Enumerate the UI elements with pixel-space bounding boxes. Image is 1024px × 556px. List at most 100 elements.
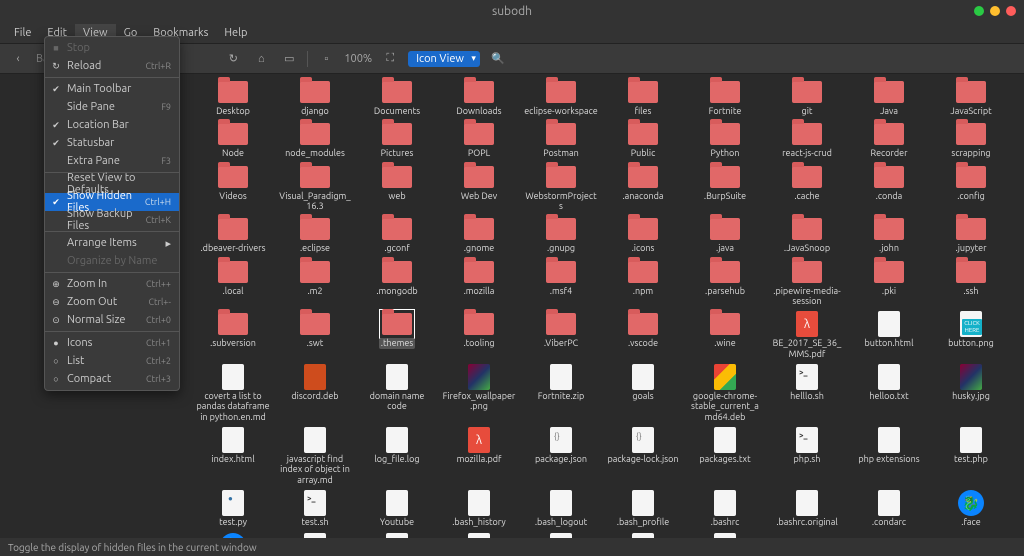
folder-react-js-crud[interactable]: react-js-crud: [766, 120, 848, 160]
folder-postman[interactable]: Postman: [520, 120, 602, 160]
folder--pki[interactable]: .pki: [848, 258, 930, 309]
file-mozilla-pdf[interactable]: λmozilla.pdf: [438, 426, 520, 487]
folder--config[interactable]: .config: [930, 163, 1012, 214]
file-youtube[interactable]: Youtube: [356, 489, 438, 529]
folder--javasnoop[interactable]: .JavaSnoop: [766, 215, 848, 255]
folder-java[interactable]: Java: [848, 78, 930, 118]
menu-item-normal-size[interactable]: ⊙Normal SizeCtrl+0: [45, 311, 179, 329]
menu-file[interactable]: File: [6, 24, 39, 42]
folder-desktop[interactable]: Desktop: [192, 78, 274, 118]
folder--java[interactable]: .java: [684, 215, 766, 255]
folder-videos[interactable]: Videos: [192, 163, 274, 214]
file-discord-deb[interactable]: discord.deb: [274, 363, 356, 424]
folder-web-dev[interactable]: Web Dev: [438, 163, 520, 214]
folder--themes[interactable]: .themes: [356, 310, 438, 361]
folder-node[interactable]: Node: [192, 120, 274, 160]
file-fortnite-zip[interactable]: Fortnite.zip: [520, 363, 602, 424]
folder-fortnite[interactable]: Fortnite: [684, 78, 766, 118]
file-javascript-find-index-of-object-in-array-md[interactable]: javascript find index of object in array…: [274, 426, 356, 487]
file--face[interactable]: 🐉.face: [930, 489, 1012, 529]
file-packages-txt[interactable]: packages.txt: [684, 426, 766, 487]
folder--subversion[interactable]: .subversion: [192, 310, 274, 361]
folder--local[interactable]: .local: [192, 258, 274, 309]
file-log-file-log[interactable]: log_file.log: [356, 426, 438, 487]
file-test-php[interactable]: test.php: [930, 426, 1012, 487]
menu-item-icons[interactable]: ●IconsCtrl+1: [45, 334, 179, 352]
file--condarc[interactable]: .condarc: [848, 489, 930, 529]
file-husky-jpg[interactable]: husky.jpg: [930, 363, 1012, 424]
menu-help[interactable]: Help: [216, 24, 255, 42]
folder-eclipse-workspace[interactable]: eclipse-workspace: [520, 78, 602, 118]
file--bash-profile[interactable]: .bash_profile: [602, 489, 684, 529]
folder--gnome[interactable]: .gnome: [438, 215, 520, 255]
close-button[interactable]: [1006, 6, 1016, 16]
folder--conda[interactable]: .conda: [848, 163, 930, 214]
file-php-extensions[interactable]: php extensions: [848, 426, 930, 487]
file-button-html[interactable]: button.html: [848, 310, 930, 361]
folder--viberpc[interactable]: .ViberPC: [520, 310, 602, 361]
folder--jupyter[interactable]: .jupyter: [930, 215, 1012, 255]
folder--wine[interactable]: .wine: [684, 310, 766, 361]
folder--gconf[interactable]: .gconf: [356, 215, 438, 255]
file-test-py[interactable]: test.py: [192, 489, 274, 529]
folder--john[interactable]: .john: [848, 215, 930, 255]
folder--eclipse[interactable]: .eclipse: [274, 215, 356, 255]
file-helloo-txt[interactable]: helloo.txt: [848, 363, 930, 424]
folder--anaconda[interactable]: .anaconda: [602, 163, 684, 214]
zoom-in-icon[interactable]: ⛶: [380, 49, 400, 69]
file-firefox-wallpaper-png[interactable]: Firefox_wallpaper.png: [438, 363, 520, 424]
folder-popl[interactable]: POPL: [438, 120, 520, 160]
folder--dbeaver-drivers[interactable]: .dbeaver-drivers: [192, 215, 274, 255]
menu-item-arrange-items[interactable]: Arrange Items▸: [45, 234, 179, 252]
file-index-html[interactable]: index.html: [192, 426, 274, 487]
folder--vscode[interactable]: .vscode: [602, 310, 684, 361]
menu-item-list[interactable]: ○ListCtrl+2: [45, 352, 179, 370]
menu-item-zoom-out[interactable]: ⊖Zoom OutCtrl+-: [45, 293, 179, 311]
menu-item-zoom-in[interactable]: ⊕Zoom InCtrl++: [45, 275, 179, 293]
folder--m2[interactable]: .m2: [274, 258, 356, 309]
folder-public[interactable]: Public: [602, 120, 684, 160]
menu-item-statusbar[interactable]: ✔Statusbar: [45, 134, 179, 152]
menu-item-extra-pane[interactable]: Extra PaneF3: [45, 152, 179, 170]
reload-icon[interactable]: ↻: [223, 49, 243, 69]
zoom-out-icon[interactable]: ▫: [316, 49, 336, 69]
menu-item-reload[interactable]: ↻ReloadCtrl+R: [45, 57, 179, 75]
folder--swt[interactable]: .swt: [274, 310, 356, 361]
folder-scrapping[interactable]: scrapping: [930, 120, 1012, 160]
file-helllo-sh[interactable]: helllo.sh: [766, 363, 848, 424]
folder-django[interactable]: django: [274, 78, 356, 118]
folder--gnupg[interactable]: .gnupg: [520, 215, 602, 255]
file--bash-logout[interactable]: .bash_logout: [520, 489, 602, 529]
folder--burpsuite[interactable]: .BurpSuite: [684, 163, 766, 214]
folder-files[interactable]: files: [602, 78, 684, 118]
folder-visual-paradigm-16-3[interactable]: Visual_Paradigm_16.3: [274, 163, 356, 214]
file-goals[interactable]: goals: [602, 363, 684, 424]
minimize-button[interactable]: [974, 6, 984, 16]
folder-javascript[interactable]: JavaScript: [930, 78, 1012, 118]
folder-node-modules[interactable]: node_modules: [274, 120, 356, 160]
folder-recorder[interactable]: Recorder: [848, 120, 930, 160]
folder-git[interactable]: git: [766, 78, 848, 118]
folder--mongodb[interactable]: .mongodb: [356, 258, 438, 309]
folder-pictures[interactable]: Pictures: [356, 120, 438, 160]
folder--parsehub[interactable]: .parsehub: [684, 258, 766, 309]
file-button-png[interactable]: CLICK HEREbutton.png: [930, 310, 1012, 361]
menu-item-compact[interactable]: ○CompactCtrl+3: [45, 370, 179, 388]
folder--msf4[interactable]: .msf4: [520, 258, 602, 309]
folder--cache[interactable]: .cache: [766, 163, 848, 214]
folder-web[interactable]: web: [356, 163, 438, 214]
folder--npm[interactable]: .npm: [602, 258, 684, 309]
folder--mozilla[interactable]: .mozilla: [438, 258, 520, 309]
home-icon[interactable]: ⌂: [251, 49, 271, 69]
folder-python[interactable]: Python: [684, 120, 766, 160]
file-domain-name-code[interactable]: domain name code: [356, 363, 438, 424]
file-google-chrome-stable-current-amd64-deb[interactable]: google-chrome-stable_current_amd64.deb: [684, 363, 766, 424]
folder--tooling[interactable]: .tooling: [438, 310, 520, 361]
menu-item-side-pane[interactable]: Side PaneF9: [45, 98, 179, 116]
file-covert-a-list-to-pandas-dataframe-in-python-en-md[interactable]: covert a list to pandas dataframe in pyt…: [192, 363, 274, 424]
menu-item-main-toolbar[interactable]: ✔Main Toolbar: [45, 80, 179, 98]
file-php-sh[interactable]: php.sh: [766, 426, 848, 487]
view-mode-selector[interactable]: Icon View: [408, 51, 480, 67]
file--bashrc[interactable]: .bashrc: [684, 489, 766, 529]
menu-item-location-bar[interactable]: ✔Location Bar: [45, 116, 179, 134]
